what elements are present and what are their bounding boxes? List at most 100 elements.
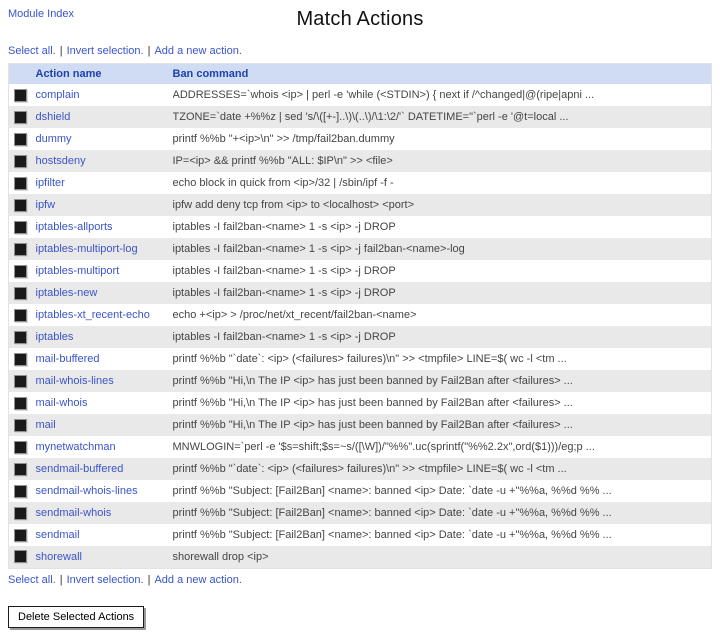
ban-command-column-header: Ban command <box>172 63 712 84</box>
action-name-link[interactable]: iptables-new <box>36 287 98 299</box>
row-checkbox[interactable] <box>14 176 27 190</box>
row-checkbox[interactable] <box>14 418 27 432</box>
row-checkbox[interactable] <box>14 198 27 212</box>
select-all-link-bottom[interactable]: Select all. <box>8 574 56 586</box>
add-new-action-link-bottom[interactable]: Add a new action. <box>154 574 241 586</box>
ban-command-text: TZONE=`date +%%z | sed 's/\([+-]..\)\(..… <box>172 111 569 123</box>
table-row: mail-whois-lines printf %%b "Hi,\n The I… <box>8 370 712 392</box>
delete-selected-actions-button[interactable]: Delete Selected Actions <box>8 605 145 628</box>
ban-command-text: printf %%b "`date`: <ip> (<failures> fai… <box>172 463 567 475</box>
actions-table: Action name Ban command complain ADDRESS… <box>8 63 712 569</box>
ban-command-text: IP=<ip> && printf %%b "ALL: $IP\n" >> <f… <box>172 155 393 167</box>
ban-command-text: printf %%b "Hi,\n The IP <ip> has just b… <box>172 397 573 409</box>
table-row: sendmail printf %%b "Subject: [Fail2Ban]… <box>8 524 712 546</box>
ban-command-text: printf %%b "Subject: [Fail2Ban] <name>: … <box>172 485 612 497</box>
row-checkbox[interactable] <box>14 396 27 410</box>
row-checkbox[interactable] <box>14 462 27 476</box>
row-checkbox[interactable] <box>14 88 27 102</box>
table-row: shorewall shorewall drop <ip> <box>8 546 712 568</box>
ban-command-text: iptables -I fail2ban-<name> 1 -s <ip> -j… <box>172 265 396 277</box>
row-checkbox[interactable] <box>14 484 27 498</box>
action-name-link[interactable]: shorewall <box>36 551 82 563</box>
row-checkbox[interactable] <box>14 374 27 388</box>
link-separator: | <box>59 45 63 57</box>
table-row: sendmail-buffered printf %%b "`date`: <i… <box>8 458 712 480</box>
link-separator: | <box>147 573 151 586</box>
action-name-link[interactable]: sendmail-whois <box>36 507 112 519</box>
action-name-link[interactable]: sendmail-whois-lines <box>36 485 138 497</box>
ban-command-text: printf %%b "Subject: [Fail2Ban] <name>: … <box>172 529 612 541</box>
action-name-link[interactable]: mail-whois <box>36 397 88 409</box>
table-row: ipfilter echo block in quick from <ip>/3… <box>8 172 712 194</box>
row-checkbox[interactable] <box>14 550 27 564</box>
top-bar: Module Index Match Actions <box>8 6 712 40</box>
module-index-link[interactable]: Module Index <box>8 8 74 20</box>
row-checkbox[interactable] <box>14 242 27 256</box>
action-name-link[interactable]: sendmail <box>36 529 80 541</box>
ban-command-text: iptables -I fail2ban-<name> 1 -s <ip> -j… <box>172 221 396 233</box>
row-checkbox[interactable] <box>14 352 27 366</box>
page-title: Match Actions <box>296 8 424 30</box>
row-checkbox[interactable] <box>14 132 27 146</box>
link-separator: | <box>59 573 63 586</box>
row-checkbox[interactable] <box>14 528 27 542</box>
action-name-link[interactable]: iptables-multiport <box>36 265 120 277</box>
table-row: dshield TZONE=`date +%%z | sed 's/\([+-]… <box>8 106 712 128</box>
ban-command-text: echo +<ip> > /proc/net/xt_recent/fail2ba… <box>172 309 417 321</box>
selection-links-top: Select all. | Invert selection. | Add a new … <box>8 45 712 57</box>
table-row: iptables-multiport iptables -I fail2ban-… <box>8 260 712 282</box>
invert-selection-link-top[interactable]: Invert selection. <box>67 45 144 57</box>
ban-command-text: MNWLOGIN=`perl -e '$s=shift;$s=~s/([\W])… <box>172 441 595 453</box>
row-checkbox[interactable] <box>14 220 27 234</box>
ban-command-text: ADDRESSES=`whois <ip> | perl -e 'while (… <box>172 89 595 101</box>
row-checkbox[interactable] <box>14 286 27 300</box>
ban-command-text: shorewall drop <ip> <box>172 550 269 563</box>
action-name-link[interactable]: sendmail-buffered <box>36 463 124 475</box>
table-row: ipfw ipfw add deny tcp from <ip> to <loc… <box>8 194 712 216</box>
row-checkbox[interactable] <box>14 440 27 454</box>
table-row: complain ADDRESSES=`whois <ip> | perl -e… <box>8 84 712 106</box>
action-name-link[interactable]: iptables-multiport-log <box>36 243 138 255</box>
row-checkbox[interactable] <box>14 308 27 322</box>
ban-command-text: printf %%b "+<ip>\n" >> /tmp/fail2ban.du… <box>172 133 395 145</box>
action-name-link[interactable]: iptables-xt_recent-echo <box>36 309 150 321</box>
ban-command-text: printf %%b "Hi,\n The IP <ip> has just b… <box>172 375 573 387</box>
ban-command-text: iptables -I fail2ban-<name> 1 -s <ip> -j… <box>172 331 396 343</box>
row-checkbox[interactable] <box>14 506 27 520</box>
action-name-column-header: Action name <box>35 63 173 84</box>
table-row: dummy printf %%b "+<ip>\n" >> /tmp/fail2… <box>8 128 712 150</box>
table-header-row: Action name Ban command <box>8 63 712 84</box>
action-name-link[interactable]: iptables <box>36 331 74 343</box>
table-row: mail-whois printf %%b "Hi,\n The IP <ip>… <box>8 392 712 414</box>
action-name-link[interactable]: ipfilter <box>36 177 65 189</box>
action-name-link[interactable]: dummy <box>36 133 72 145</box>
table-row: iptables-multiport-log iptables -I fail2… <box>8 238 712 260</box>
ban-command-text: printf %%b "Hi,\n The IP <ip> has just b… <box>172 419 573 431</box>
action-name-link[interactable]: hostsdeny <box>36 155 86 167</box>
row-checkbox[interactable] <box>14 154 27 168</box>
select-all-link-top[interactable]: Select all. <box>8 45 56 57</box>
ban-command-text: printf %%b "`date`: <ip> (<failures> fai… <box>172 353 567 365</box>
invert-selection-link-bottom[interactable]: Invert selection. <box>67 574 144 586</box>
add-new-action-link-top[interactable]: Add a new action. <box>154 45 241 57</box>
ban-command-text: printf %%b "Subject: [Fail2Ban] <name>: … <box>172 507 612 519</box>
table-row: sendmail-whois-lines printf %%b "Subject… <box>8 480 712 502</box>
link-separator: | <box>147 45 151 57</box>
action-name-link[interactable]: dshield <box>36 111 71 123</box>
row-checkbox[interactable] <box>14 110 27 124</box>
table-row: iptables iptables -I fail2ban-<name> 1 -… <box>8 326 712 348</box>
table-row: iptables-allports iptables -I fail2ban-<… <box>8 216 712 238</box>
action-name-link[interactable]: iptables-allports <box>36 221 113 233</box>
action-name-link[interactable]: mail-whois-lines <box>36 375 114 387</box>
action-name-link[interactable]: ipfw <box>36 199 56 211</box>
action-name-link[interactable]: mynetwatchman <box>36 441 116 453</box>
action-name-link[interactable]: mail-buffered <box>36 353 100 365</box>
row-checkbox[interactable] <box>14 330 27 344</box>
action-name-link[interactable]: complain <box>36 89 80 101</box>
table-row: mail-buffered printf %%b "`date`: <ip> (… <box>8 348 712 370</box>
row-checkbox[interactable] <box>14 264 27 278</box>
table-row: hostsdeny IP=<ip> && printf %%b "ALL: $I… <box>8 150 712 172</box>
selection-links-bottom: Select all. | Invert selection. | Add a new … <box>8 574 712 586</box>
checkbox-column-header <box>8 63 36 84</box>
action-name-link[interactable]: mail <box>36 419 56 431</box>
